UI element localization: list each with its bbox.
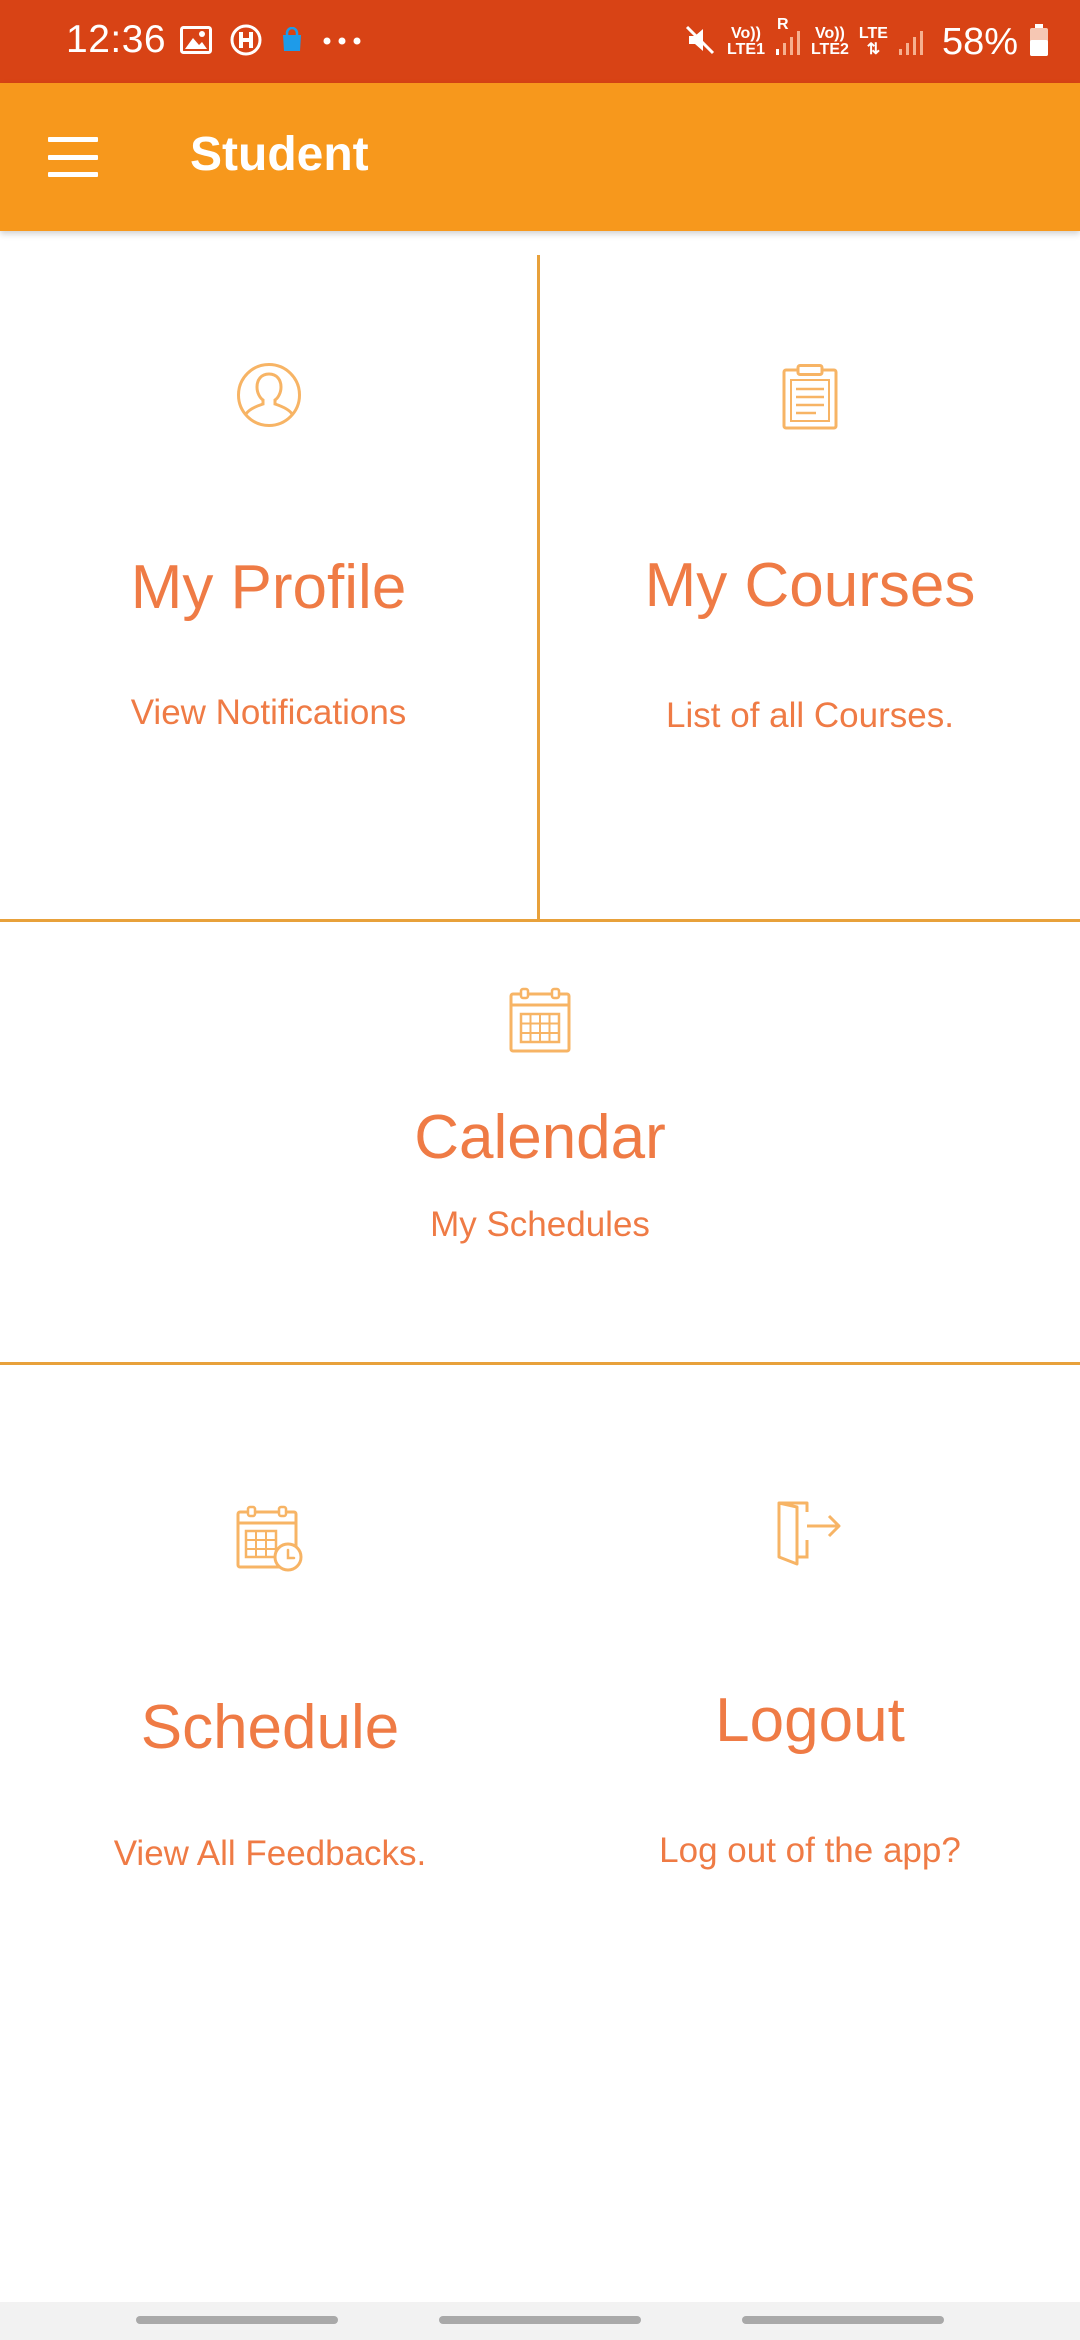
sim2-label: Vo)) LTE2 (810, 25, 849, 58)
data-arrows-icon: ⇅ (866, 41, 881, 58)
user-profile-icon (236, 362, 302, 433)
battery-icon (1028, 23, 1050, 62)
muted-icon (683, 23, 717, 62)
tile-schedule[interactable]: Schedule View All Feedbacks. (0, 1365, 540, 1965)
nav-recents-button[interactable] (136, 2316, 338, 2324)
system-navigation-bar (0, 2302, 1080, 2340)
tile-logout[interactable]: Logout Log out of the app? (540, 1365, 1080, 1965)
more-dots-icon (322, 33, 362, 51)
tile-subtitle: List of all Courses. (666, 696, 954, 735)
tile-subtitle: My Schedules (430, 1205, 650, 1244)
sim1-signal-icon: R (775, 16, 801, 62)
tile-title: My Profile (130, 553, 407, 622)
tile-title: Schedule (140, 1693, 400, 1762)
hospital-icon (230, 24, 262, 61)
nav-back-button[interactable] (742, 2316, 944, 2324)
tile-subtitle: Log out of the app? (659, 1831, 961, 1870)
status-bar: 12:36 Vo)) LTE1 R Vo)) LTE2 LTE ⇅ 58% (0, 0, 1080, 83)
page-title: Student (190, 128, 369, 181)
sim2-signal-icon (898, 23, 924, 62)
tile-subtitle: View All Feedbacks. (113, 1834, 427, 1873)
clipboard-icon (782, 364, 838, 435)
nav-home-button[interactable] (439, 2316, 641, 2324)
tile-title: My Courses (644, 551, 976, 620)
tile-title: Logout (715, 1686, 905, 1755)
hamburger-menu-icon[interactable] (36, 129, 110, 185)
tile-calendar[interactable]: Calendar My Schedules (0, 922, 1080, 1362)
app-bar: Student (0, 83, 1080, 231)
tile-my-courses[interactable]: My Courses List of all Courses. (540, 232, 1080, 919)
tile-title: Calendar (414, 1103, 666, 1172)
gallery-icon (180, 25, 212, 59)
battery-percent: 58% (941, 20, 1018, 63)
calendar-icon (509, 987, 571, 1058)
system-status: Vo)) LTE1 R Vo)) LTE2 LTE ⇅ 58% (683, 16, 1050, 66)
shopping-bag-icon (280, 26, 304, 58)
notification-icons (180, 24, 362, 60)
tile-subtitle: View Notifications (130, 693, 407, 732)
sim1-label: Vo)) LTE1 (727, 25, 765, 58)
tile-my-profile[interactable]: My Profile View Notifications (0, 232, 537, 919)
logout-door-icon (777, 1500, 843, 1571)
sim2-network-label: LTE ⇅ (858, 25, 888, 58)
calendar-clock-icon (236, 1505, 304, 1578)
status-time: 12:36 (66, 18, 167, 61)
